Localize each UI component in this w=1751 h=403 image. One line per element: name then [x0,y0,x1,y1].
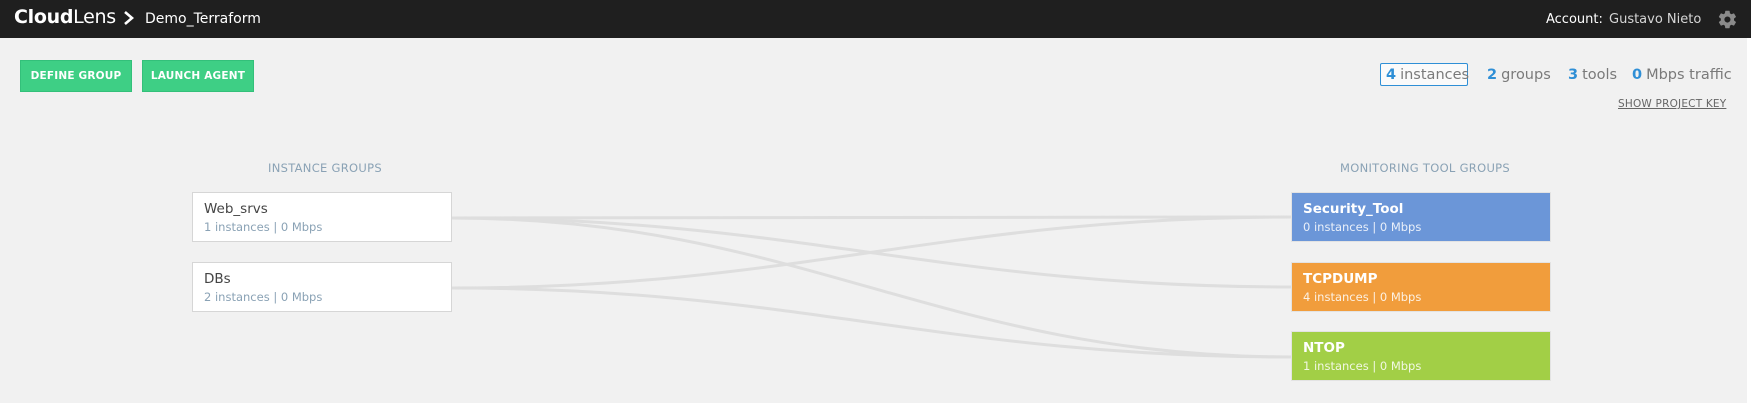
group-name: Security_Tool [1303,201,1404,217]
group-name: Web_srvs [204,201,268,217]
tool-group-ntop[interactable]: NTOP 1 instances | 0 Mbps [1291,331,1551,381]
group-name: DBs [204,271,231,287]
group-meta: 4 instances | 0 Mbps [1303,290,1422,304]
link-web-ntop [451,216,1293,359]
link-dbs-security [451,215,1293,290]
group-meta: 1 instances | 0 Mbps [204,220,323,234]
group-name: NTOP [1303,340,1345,356]
tool-group-security-tool[interactable]: Security_Tool 0 instances | 0 Mbps [1291,192,1551,242]
group-name: TCPDUMP [1303,271,1378,287]
tool-group-tcpdump[interactable]: TCPDUMP 4 instances | 0 Mbps [1291,262,1551,312]
group-meta: 1 instances | 0 Mbps [1303,359,1422,373]
group-meta: 2 instances | 0 Mbps [204,290,323,304]
group-meta: 0 instances | 0 Mbps [1303,220,1422,234]
instance-group-dbs[interactable]: DBs 2 instances | 0 Mbps [192,262,452,312]
link-dbs-ntop [451,286,1293,359]
instance-group-web-srvs[interactable]: Web_srvs 1 instances | 0 Mbps [192,192,452,242]
link-web-security [451,215,1293,220]
